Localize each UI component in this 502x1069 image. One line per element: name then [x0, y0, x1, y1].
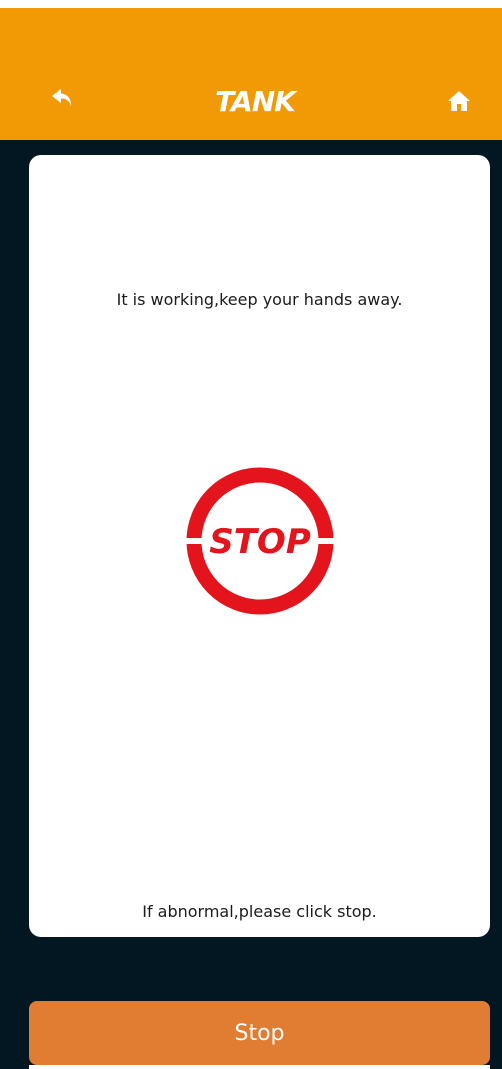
abnormal-hint: If abnormal,please click stop.	[142, 902, 377, 921]
logo-text: TANK	[215, 85, 298, 118]
tank-logo: TANK	[215, 85, 299, 118]
stop-sign-icon: STOP	[184, 467, 336, 615]
app-header: TANK	[0, 8, 502, 140]
bottom-line	[29, 1065, 490, 1069]
status-bar-strip	[0, 0, 502, 8]
home-button[interactable]	[440, 82, 478, 120]
stop-button[interactable]: Stop	[29, 1001, 490, 1065]
back-arrow-icon	[52, 89, 72, 106]
working-message: It is working,keep your hands away.	[116, 290, 403, 309]
back-button[interactable]	[44, 80, 82, 118]
stop-sign-text: STOP	[209, 522, 311, 562]
working-card: It is working,keep your hands away. STOP…	[29, 155, 490, 937]
home-icon	[448, 91, 470, 111]
